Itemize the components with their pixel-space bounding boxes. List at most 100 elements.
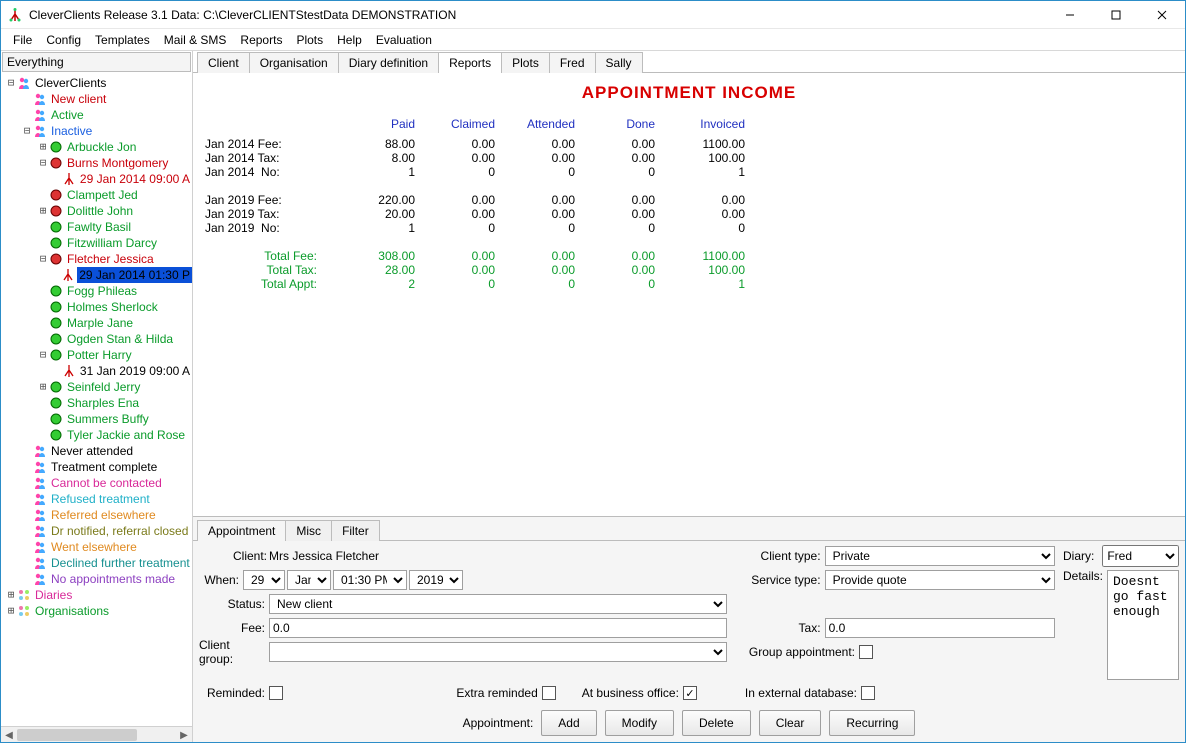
tree-item[interactable]: Referred elsewhere xyxy=(3,507,192,523)
tree-item[interactable]: Treatment complete xyxy=(3,459,192,475)
clear-button[interactable]: Clear xyxy=(759,710,822,736)
tree-item[interactable]: Dr notified, referral closed xyxy=(3,523,192,539)
scrollbar-horizontal[interactable]: ◀ ▶ xyxy=(1,726,192,742)
ext-db-checkbox[interactable] xyxy=(861,686,875,700)
tree-item[interactable]: ⊞Organisations xyxy=(3,603,192,619)
tree-item[interactable]: Marple Jane xyxy=(3,315,192,331)
report-row-label: Jan 2019 Tax: xyxy=(205,207,335,221)
collapse-icon[interactable]: ⊟ xyxy=(37,251,49,267)
tree-item[interactable]: New client xyxy=(3,91,192,107)
tab-reports[interactable]: Reports xyxy=(438,52,502,73)
client-tree[interactable]: ⊟CleverClientsNew clientActive⊟Inactive⊞… xyxy=(1,73,192,726)
tree-item[interactable]: Fawlty Basil xyxy=(3,219,192,235)
dot-g-icon xyxy=(49,412,63,426)
maximize-button[interactable] xyxy=(1093,1,1139,29)
reminded-checkbox[interactable] xyxy=(269,686,283,700)
close-button[interactable] xyxy=(1139,1,1185,29)
tax-input[interactable] xyxy=(825,618,1055,638)
tree-item[interactable]: Ogden Stan & Hilda xyxy=(3,331,192,347)
minimize-button[interactable] xyxy=(1047,1,1093,29)
subtab-appointment[interactable]: Appointment xyxy=(197,520,286,541)
tree-item[interactable]: ⊞Diaries xyxy=(3,587,192,603)
menu-mail-sms[interactable]: Mail & SMS xyxy=(158,31,233,49)
scroll-left-icon[interactable]: ◀ xyxy=(1,727,17,743)
delete-button[interactable]: Delete xyxy=(682,710,751,736)
tree-item[interactable]: ⊟Potter Harry xyxy=(3,347,192,363)
collapse-icon[interactable]: ⊟ xyxy=(37,155,49,171)
tab-plots[interactable]: Plots xyxy=(501,52,550,73)
app-icon xyxy=(7,7,23,23)
status-select[interactable]: New client xyxy=(269,594,727,614)
menu-config[interactable]: Config xyxy=(40,31,87,49)
tree-item-label: Declined further treatment xyxy=(49,555,192,571)
report-title: APPOINTMENT INCOME xyxy=(205,83,1173,103)
tree-item[interactable]: Refused treatment xyxy=(3,491,192,507)
report-cell: 8.00 xyxy=(335,151,415,165)
when-month-select[interactable]: Jan xyxy=(287,570,331,590)
tree-item[interactable]: Fogg Phileas xyxy=(3,283,192,299)
tab-diary-definition[interactable]: Diary definition xyxy=(338,52,439,73)
tree-item[interactable]: Summers Buffy xyxy=(3,411,192,427)
tree-item[interactable]: Declined further treatment xyxy=(3,555,192,571)
at-office-checkbox[interactable]: ✓ xyxy=(683,686,697,700)
details-textarea[interactable]: Doesnt go fast enough xyxy=(1107,570,1179,680)
menu-plots[interactable]: Plots xyxy=(290,31,329,49)
expand-icon[interactable]: ⊞ xyxy=(5,587,17,603)
expand-icon[interactable]: ⊞ xyxy=(37,139,49,155)
menu-file[interactable]: File xyxy=(7,31,38,49)
subtab-misc[interactable]: Misc xyxy=(285,520,332,541)
collapse-icon[interactable]: ⊟ xyxy=(21,123,33,139)
menu-help[interactable]: Help xyxy=(331,31,368,49)
modify-button[interactable]: Modify xyxy=(605,710,674,736)
client-type-select[interactable]: Private xyxy=(825,546,1055,566)
tree-item[interactable]: Never attended xyxy=(3,443,192,459)
tree-item[interactable]: Holmes Sherlock xyxy=(3,299,192,315)
collapse-icon[interactable]: ⊟ xyxy=(37,347,49,363)
group-appt-checkbox[interactable] xyxy=(859,645,873,659)
menu-templates[interactable]: Templates xyxy=(89,31,156,49)
fee-input[interactable] xyxy=(269,618,727,638)
subtab-filter[interactable]: Filter xyxy=(331,520,380,541)
tree-item[interactable]: ⊞Seinfeld Jerry xyxy=(3,379,192,395)
tree-item[interactable]: No appointments made xyxy=(3,571,192,587)
tree-item[interactable]: Sharples Ena xyxy=(3,395,192,411)
tree-item[interactable]: ⊟Inactive xyxy=(3,123,192,139)
tree-item[interactable]: Went elsewhere xyxy=(3,539,192,555)
tab-client[interactable]: Client xyxy=(197,52,250,73)
diary-label: Diary: xyxy=(1063,545,1096,567)
expand-icon[interactable]: ⊞ xyxy=(37,379,49,395)
tree-item[interactable]: ⊟Fletcher Jessica xyxy=(3,251,192,267)
collapse-icon[interactable]: ⊟ xyxy=(5,75,17,91)
client-group-select[interactable] xyxy=(269,642,727,662)
tree-item[interactable]: ⊞Arbuckle Jon xyxy=(3,139,192,155)
when-time-select[interactable]: 01:30 PM xyxy=(333,570,407,590)
recurring-button[interactable]: Recurring xyxy=(829,710,915,736)
menu-reports[interactable]: Reports xyxy=(234,31,288,49)
add-button[interactable]: Add xyxy=(541,710,596,736)
tree-item[interactable]: ⊟CleverClients xyxy=(3,75,192,91)
tree-item[interactable]: ⊞Dolittle John xyxy=(3,203,192,219)
diary-select[interactable]: Fred xyxy=(1102,545,1179,567)
when-year-select[interactable]: 2019 xyxy=(409,570,463,590)
report-cell: 0.00 xyxy=(495,249,575,263)
extra-reminded-checkbox[interactable] xyxy=(542,686,556,700)
tree-item[interactable]: Active xyxy=(3,107,192,123)
service-type-select[interactable]: Provide quote xyxy=(825,570,1055,590)
expand-icon[interactable]: ⊞ xyxy=(5,603,17,619)
tree-item[interactable]: Fitzwilliam Darcy xyxy=(3,235,192,251)
tree-item[interactable]: Tyler Jackie and Rose xyxy=(3,427,192,443)
tab-sally[interactable]: Sally xyxy=(595,52,643,73)
tree-item[interactable]: ⊟Burns Montgomery xyxy=(3,155,192,171)
when-day-select[interactable]: 29 xyxy=(243,570,285,590)
menu-evaluation[interactable]: Evaluation xyxy=(370,31,438,49)
tab-fred[interactable]: Fred xyxy=(549,52,596,73)
tree-item[interactable]: Clampett Jed xyxy=(3,187,192,203)
scroll-right-icon[interactable]: ▶ xyxy=(176,727,192,743)
tree-item[interactable]: 29 Jan 2014 09:00 A xyxy=(3,171,192,187)
tab-organisation[interactable]: Organisation xyxy=(249,52,339,73)
tree-item[interactable]: Cannot be contacted xyxy=(3,475,192,491)
expand-icon[interactable]: ⊞ xyxy=(37,203,49,219)
scroll-thumb[interactable] xyxy=(17,729,137,741)
tree-item[interactable]: 29 Jan 2014 01:30 P xyxy=(3,267,192,283)
tree-item[interactable]: 31 Jan 2019 09:00 A xyxy=(3,363,192,379)
